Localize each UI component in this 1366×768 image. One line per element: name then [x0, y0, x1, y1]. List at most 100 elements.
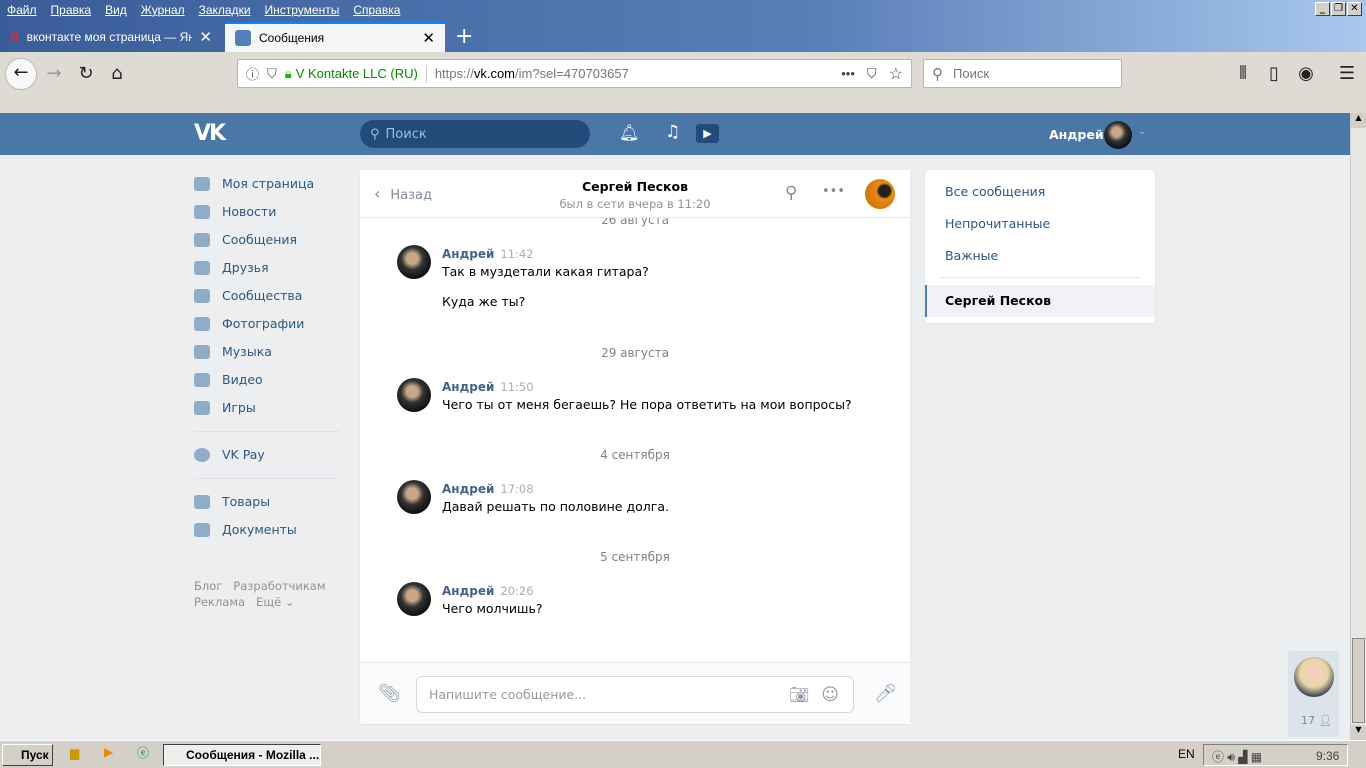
menu-bookmarks[interactable]: Закладки [199, 3, 251, 17]
sidebar-item-music[interactable]: Музыка [194, 344, 272, 359]
date-separator: 29 августа [601, 346, 669, 360]
page-actions-icon[interactable]: ••• [841, 66, 855, 81]
date-separator: 5 сентября [600, 550, 670, 564]
reload-button[interactable]: ↻ [72, 60, 100, 88]
clock[interactable]: 9:36 [1316, 749, 1339, 763]
ie-icon[interactable]: ⓔ [137, 744, 149, 761]
minimize-button[interactable]: _ [1315, 2, 1330, 16]
author-avatar[interactable] [397, 378, 431, 412]
url-bar[interactable]: ⓘ ⛉ 🔒︎ V Kontakte LLC (RU) https://vk.com /… [237, 59, 912, 88]
music-icon[interactable]: ♫ [665, 122, 680, 142]
filter-all-messages[interactable]: Все сообщения [945, 184, 1045, 199]
sidebar-item-vkpay[interactable]: VK Pay [194, 447, 265, 462]
info-icon[interactable]: ⓘ [246, 64, 259, 83]
tab-messages[interactable]: Сообщения ✕ [225, 22, 445, 52]
messages-icon [194, 232, 210, 247]
user-name[interactable]: Андрей [1049, 127, 1104, 142]
author-avatar[interactable] [397, 245, 431, 279]
friends-online-widget[interactable]: 17 👤︎ [1288, 651, 1339, 737]
gamepad-icon [194, 400, 210, 415]
footer-developers[interactable]: Разработчикам [233, 579, 325, 593]
tab-yandex[interactable]: Явконтакте моя страница — Янде ✕ [0, 22, 222, 52]
footer-blog[interactable]: Блог [194, 579, 222, 593]
message-item: Андрей 11:42 Так в муздетали какая гитара?… [442, 247, 649, 309]
forward-button[interactable]: → [40, 60, 68, 88]
close-tab-icon[interactable]: ✕ [199, 28, 212, 46]
message-item: Андрей 17:08 Давай решать по половине долг… [442, 482, 669, 514]
sidebar-item-messages[interactable]: Сообщения [194, 232, 297, 247]
message-input[interactable]: Напишите сообщение... 📷︎ ☺ [416, 676, 854, 713]
contact-avatar[interactable] [865, 179, 895, 209]
chevron-down-icon[interactable]: ⌄ [1138, 126, 1146, 137]
vk-search-input[interactable]: ⚲ Поиск [360, 120, 590, 148]
home-icon [194, 176, 210, 191]
menu-edit[interactable]: Правка [51, 3, 92, 17]
filter-unread[interactable]: Непрочитанные [945, 216, 1050, 231]
footer-more[interactable]: Ещё ⌄ [256, 595, 294, 609]
page-scrollbar[interactable]: ▲ ▼ [1350, 113, 1366, 740]
sidebar-item-news[interactable]: Новости [194, 204, 276, 219]
sidebar-divider [194, 431, 340, 432]
menu-help[interactable]: Справка [353, 3, 400, 17]
user-avatar[interactable] [1104, 121, 1132, 149]
sidebar-item-friends[interactable]: Друзья [194, 260, 269, 275]
menu-file[interactable]: Файл [7, 3, 37, 17]
scroll-down-arrow[interactable]: ▼ [1351, 725, 1366, 740]
search-icon[interactable]: ⚲ [785, 183, 797, 203]
browser-search-input[interactable]: ⚲ Поиск [923, 59, 1122, 88]
chat-status: был в сети вчера в 11:20 [559, 197, 711, 211]
document-icon [194, 522, 210, 537]
sidebar-item-communities[interactable]: Сообщества [194, 288, 302, 303]
new-tab-button[interactable]: + [455, 24, 473, 49]
sidebar-item-video[interactable]: Видео [194, 372, 263, 387]
start-button[interactable]: Пуск [2, 744, 53, 766]
menu-history[interactable]: Журнал [141, 3, 185, 17]
tray-icons[interactable]: ⓔ 🔊︎ ▟ ▦ [1212, 750, 1262, 764]
restore-button[interactable]: ❐ [1331, 2, 1346, 16]
menu-view[interactable]: Вид [105, 3, 127, 17]
back-button[interactable]: ← [5, 58, 37, 90]
footer-ads[interactable]: Реклама [194, 595, 245, 609]
microphone-icon[interactable]: 🎤︎ [874, 683, 897, 704]
pocket-icon[interactable]: ⛉ [867, 66, 877, 82]
hamburger-menu-icon[interactable]: ☰ [1333, 60, 1361, 88]
film-icon [194, 372, 210, 387]
close-tab-icon[interactable]: ✕ [422, 29, 435, 47]
camera-icon[interactable]: 📷︎ [789, 685, 809, 704]
divider [940, 277, 1140, 278]
author-avatar[interactable] [397, 480, 431, 514]
media-player-icon[interactable]: ▶ [104, 745, 113, 759]
taskbar-firefox-window[interactable]: Сообщения - Mozilla ... [163, 744, 321, 766]
sidebar-icon[interactable]: ▯ [1260, 60, 1288, 88]
windows-taskbar: Пуск ▆ ▶ ⓔ Сообщения - Mozilla ... EN ⓔ … [0, 740, 1366, 768]
menu-tools[interactable]: Инструменты [265, 3, 340, 17]
sidebar-item-documents[interactable]: Документы [194, 522, 297, 537]
more-actions-icon[interactable]: ••• [822, 184, 845, 199]
active-conversation[interactable]: Сергей Песков [925, 285, 1155, 317]
bookmark-star-icon[interactable]: ☆ [889, 64, 903, 84]
author-avatar[interactable] [397, 582, 431, 616]
account-icon[interactable]: ◉ [1292, 60, 1320, 88]
sidebar-item-games[interactable]: Игры [194, 400, 256, 415]
scroll-thumb[interactable] [1352, 638, 1365, 723]
friend-avatar[interactable] [1294, 657, 1334, 697]
folder-icon[interactable]: ▆ [70, 746, 79, 760]
person-icon: 👤︎ [1318, 714, 1333, 727]
home-button[interactable]: ⌂ [103, 60, 131, 88]
vk-logo[interactable]: VK [194, 121, 226, 146]
sidebar-item-my-page[interactable]: Моя страница [194, 176, 314, 191]
close-window-button[interactable]: ✕ [1347, 2, 1362, 16]
sidebar-item-goods[interactable]: Товары [194, 494, 270, 509]
notifications-bell-icon[interactable]: 🔔︎ [619, 123, 639, 142]
messages-filter-panel: Все сообщения Непрочитанные Важные Серге… [925, 170, 1155, 323]
music-play-icon[interactable]: ▶ [696, 124, 719, 143]
tracking-shield-icon: ⛉ [267, 65, 277, 81]
vk-messages-icon [235, 30, 251, 46]
emoji-icon[interactable]: ☺ [821, 685, 839, 705]
sidebar-item-photos[interactable]: Фотографии [194, 316, 304, 331]
paperclip-icon[interactable]: 📎︎ [378, 683, 401, 704]
filter-important[interactable]: Важные [945, 248, 998, 263]
library-icon[interactable]: ⫴ [1229, 60, 1257, 88]
scroll-up-arrow[interactable]: ▲ [1351, 113, 1366, 128]
language-indicator[interactable]: EN [1178, 747, 1195, 761]
